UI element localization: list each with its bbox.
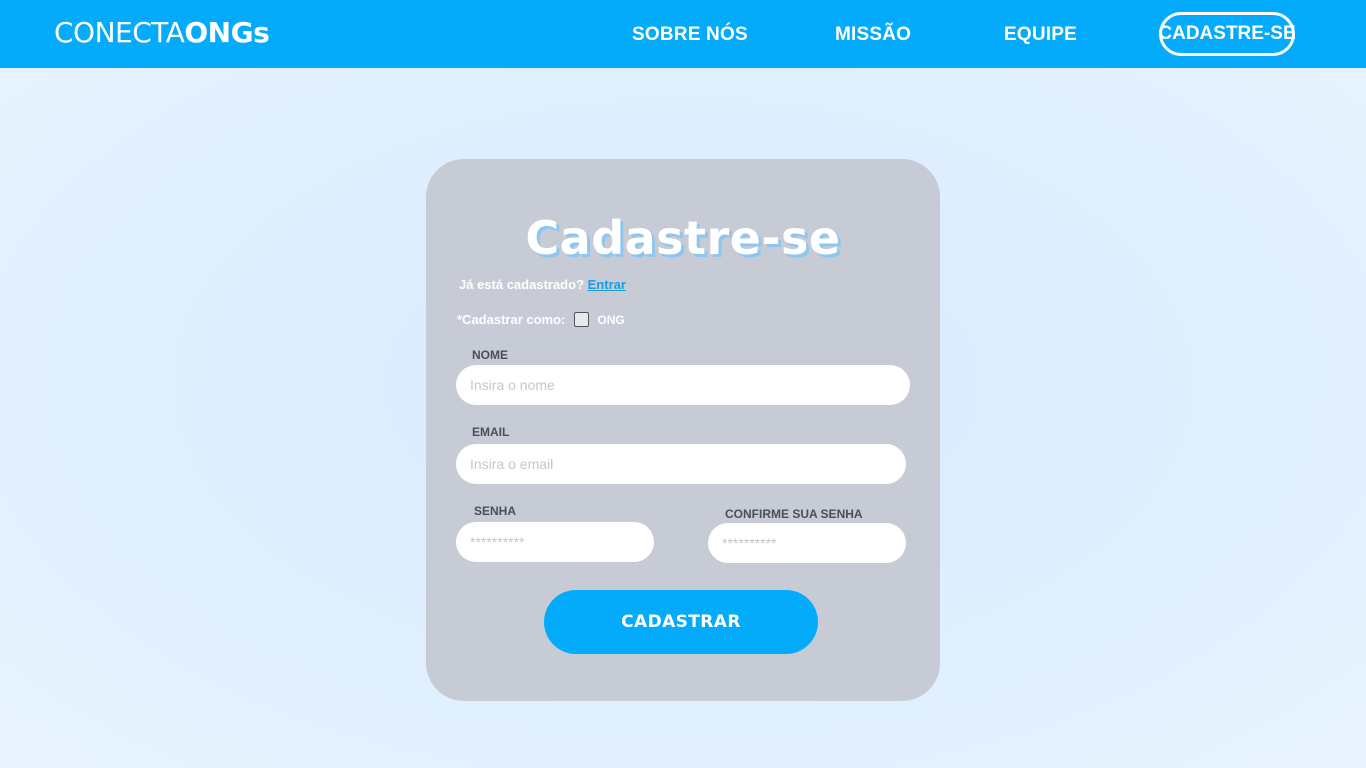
signup-card: Cadastre-se Já está cadastrado? Entrar *… xyxy=(426,159,940,701)
password-input[interactable] xyxy=(456,522,654,562)
nav-link-mission[interactable]: MISSÃO xyxy=(835,24,911,46)
confirm-password-label: CONFIRME SUA SENHA xyxy=(725,507,863,521)
register-as-label: *Cadastrar como: xyxy=(457,311,566,327)
email-input[interactable] xyxy=(456,444,906,484)
name-input[interactable] xyxy=(456,365,910,405)
page-title: Cadastre-se xyxy=(525,211,841,265)
already-registered-row: Já está cadastrado? Entrar xyxy=(459,277,626,292)
logo-text-light: CONECTA xyxy=(54,16,185,49)
register-submit-button[interactable]: CADASTRAR xyxy=(544,590,818,654)
nav-signup-button[interactable]: CADASTRE-SE xyxy=(1158,12,1296,56)
register-as-row: *Cadastrar como: ONG xyxy=(457,311,625,327)
ong-checkbox[interactable] xyxy=(574,311,590,327)
ong-checkbox-label: ONG xyxy=(597,313,625,327)
name-label: NOME xyxy=(472,348,508,362)
logo[interactable]: CONECTAONGs xyxy=(54,16,270,49)
top-navbar: CONECTAONGs SOBRE NÓS MISSÃO EQUIPE CADA… xyxy=(0,0,1366,68)
nav-link-team[interactable]: EQUIPE xyxy=(1004,24,1077,46)
nav-link-about[interactable]: SOBRE NÓS xyxy=(632,24,748,46)
confirm-password-input[interactable] xyxy=(708,523,906,563)
password-label: SENHA xyxy=(474,504,517,518)
email-label: EMAIL xyxy=(472,425,510,439)
login-link[interactable]: Entrar xyxy=(588,277,626,292)
already-registered-text: Já está cadastrado? xyxy=(459,277,585,292)
logo-text-bold: ONGs xyxy=(184,16,270,49)
